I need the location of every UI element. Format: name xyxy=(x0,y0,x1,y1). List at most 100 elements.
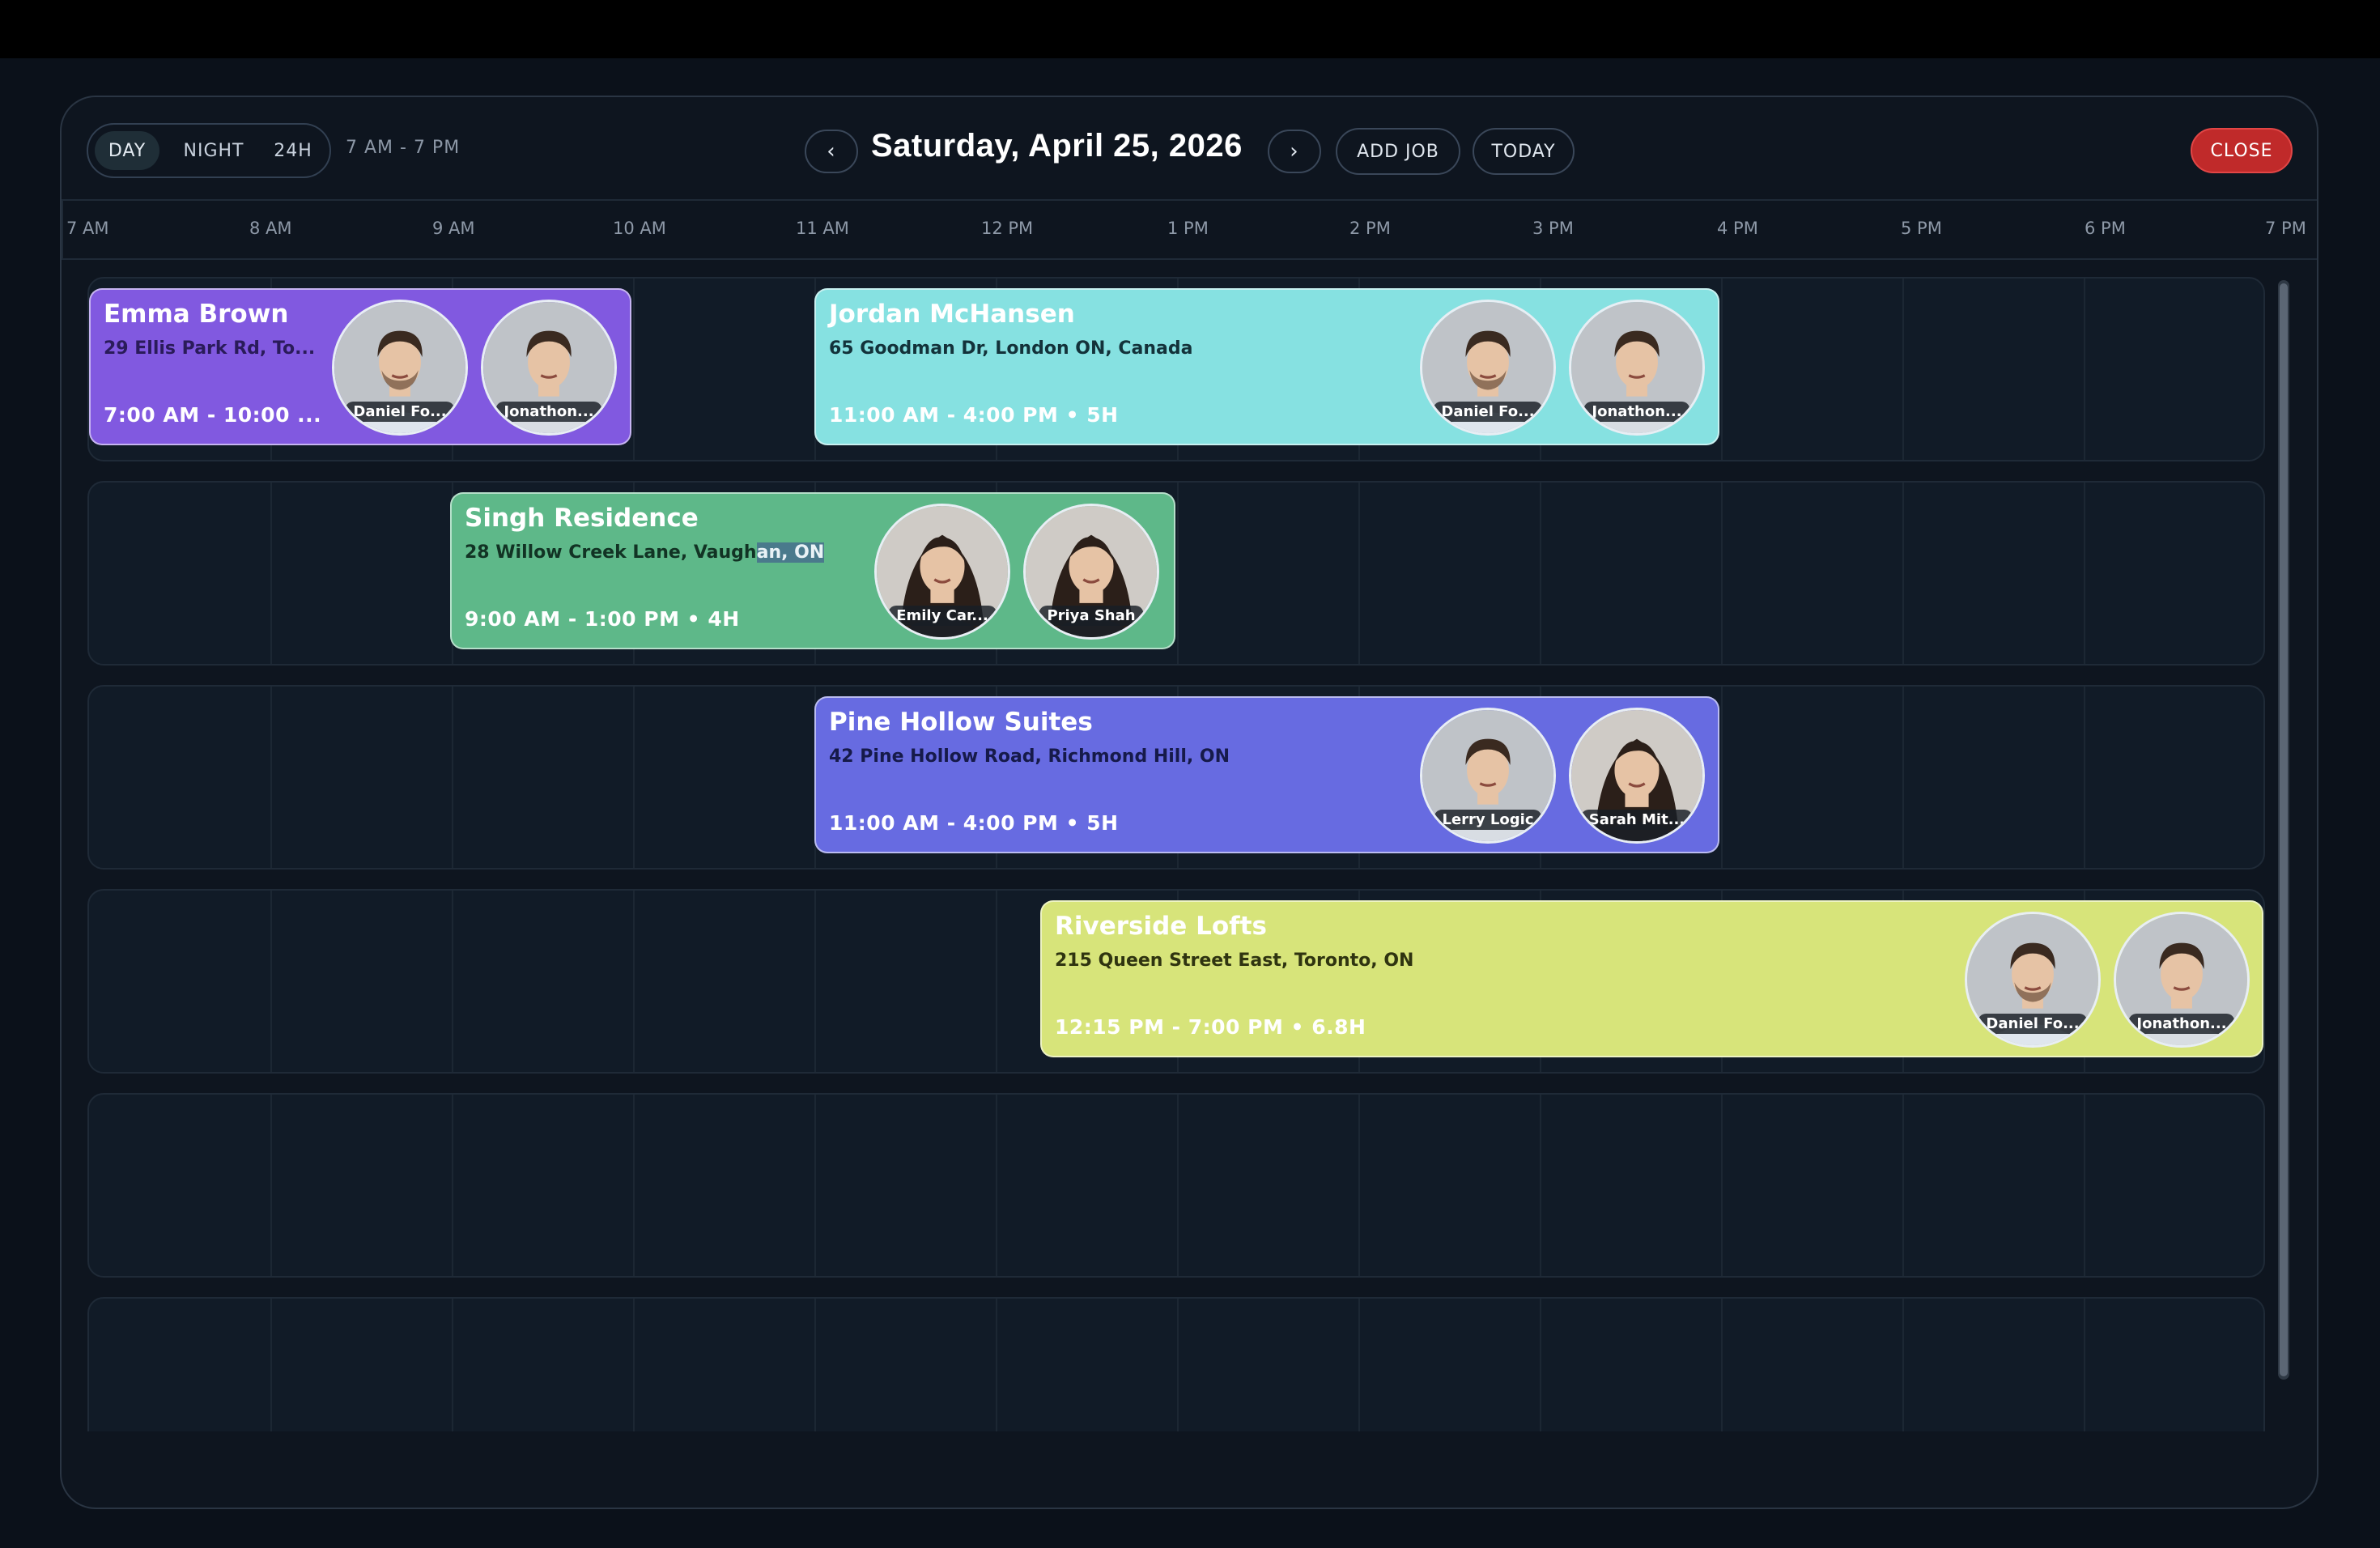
hour-gridline xyxy=(452,1095,453,1276)
hour-gridline xyxy=(996,1095,997,1276)
page-title: Saturday, April 25, 2026 xyxy=(871,128,1243,164)
job-card[interactable]: Emma Brown 29 Ellis Park Rd, To... 7:00 AM… xyxy=(89,288,631,445)
close-button[interactable]: CLOSE xyxy=(2191,128,2293,173)
job-address: 65 Goodman Dr, London ON, Canada xyxy=(829,338,1193,359)
hour-gridline xyxy=(1177,483,1179,664)
hour-gridline xyxy=(1902,279,1904,460)
hour-gridline xyxy=(2084,1095,2085,1276)
hour-gridline xyxy=(2084,483,2085,664)
hour-gridline xyxy=(1721,483,1723,664)
staff-avatar[interactable]: Jonathon... xyxy=(2114,912,2250,1048)
hour-tick-label: 7 PM xyxy=(2265,219,2306,238)
hour-gridline xyxy=(633,279,635,460)
job-card[interactable]: Riverside Lofts 215 Queen Street East, To… xyxy=(1040,900,2263,1057)
hour-gridline xyxy=(452,687,453,868)
hour-gridline xyxy=(452,891,453,1072)
staff-name: Emily Car... xyxy=(888,606,997,626)
mode-day-button[interactable]: DAY xyxy=(95,131,159,170)
job-title: Jordan McHansen xyxy=(829,300,1075,329)
hour-gridline xyxy=(2084,687,2085,868)
hour-gridline xyxy=(1540,483,1541,664)
staff-name: Priya Shah xyxy=(1039,606,1144,626)
hour-gridline xyxy=(633,1299,635,1431)
job-card[interactable]: Pine Hollow Suites 42 Pine Hollow Road, R… xyxy=(814,696,1719,853)
add-job-button[interactable]: ADD JOB xyxy=(1336,128,1460,175)
schedule-row[interactable] xyxy=(87,1093,2265,1278)
job-address: 42 Pine Hollow Road, Richmond Hill, ON xyxy=(829,746,1230,767)
next-day-button[interactable]: › xyxy=(1268,130,1321,173)
job-address: 215 Queen Street East, Toronto, ON xyxy=(1055,950,1414,971)
hour-gridline xyxy=(1902,687,1904,868)
staff-avatar[interactable]: Daniel Fo... xyxy=(1420,300,1556,436)
axis-divider-bottom xyxy=(62,258,2317,260)
staff-avatar[interactable]: Lerry Logic xyxy=(1420,708,1556,844)
schedule-row[interactable] xyxy=(87,481,2265,666)
staff-name: Jonathon... xyxy=(2128,1014,2235,1034)
mode-toggle: DAY NIGHT 24H xyxy=(87,123,331,178)
staff-avatar[interactable]: Emily Car... xyxy=(874,504,1010,640)
staff-avatar[interactable]: Daniel Fo... xyxy=(332,300,468,436)
hour-gridline xyxy=(814,1299,816,1431)
hour-gridline xyxy=(1721,279,1723,460)
hour-gridline xyxy=(1540,1299,1541,1431)
staff-avatar[interactable]: Priya Shah xyxy=(1023,504,1159,640)
hour-gridline xyxy=(270,483,272,664)
job-time: 12:15 PM - 7:00 PM • 6.8H xyxy=(1055,1015,1366,1039)
staff-avatar[interactable]: Daniel Fo... xyxy=(1965,912,2101,1048)
staff-avatar[interactable]: Sarah Mit... xyxy=(1569,708,1705,844)
staff-name: Jonathon... xyxy=(1583,402,1690,422)
hour-gridline xyxy=(1902,1095,1904,1276)
hour-gridline xyxy=(1177,1095,1179,1276)
job-time: 7:00 AM - 10:00 ... xyxy=(104,403,322,427)
hour-gridline xyxy=(633,891,635,1072)
job-card[interactable]: Singh Residence 28 Willow Creek Lane, Vau… xyxy=(450,492,1175,649)
job-title: Pine Hollow Suites xyxy=(829,708,1093,737)
hour-gridline xyxy=(270,1095,272,1276)
staff-name: Lerry Logic xyxy=(1434,810,1542,830)
job-card[interactable]: Jordan McHansen 65 Goodman Dr, London ON,… xyxy=(814,288,1719,445)
mode-night-button[interactable]: NIGHT xyxy=(169,131,258,170)
hour-tick-label: 3 PM xyxy=(1532,219,1574,238)
staff-avatar[interactable]: Jonathon... xyxy=(481,300,617,436)
hour-gridline xyxy=(1721,1095,1723,1276)
hour-gridline xyxy=(1540,1095,1541,1276)
time-range-label: 7 AM - 7 PM xyxy=(346,138,461,158)
hour-gridline xyxy=(2084,1299,2085,1431)
chevron-right-icon: › xyxy=(1290,139,1299,164)
schedule-row[interactable] xyxy=(87,1297,2265,1431)
hour-tick-label: 8 AM xyxy=(249,219,292,238)
hour-tick-label: 4 PM xyxy=(1717,219,1758,238)
hour-gridline xyxy=(270,687,272,868)
hour-tick-label: 6 PM xyxy=(2085,219,2126,238)
job-title: Riverside Lofts xyxy=(1055,912,1267,941)
hour-gridline xyxy=(1358,1095,1360,1276)
job-time: 9:00 AM - 1:00 PM • 4H xyxy=(465,607,740,631)
mode-24h-button[interactable]: 24H xyxy=(263,131,323,170)
hour-gridline xyxy=(633,687,635,868)
job-time: 11:00 AM - 4:00 PM • 5H xyxy=(829,811,1119,835)
hour-gridline xyxy=(270,891,272,1072)
hour-gridline xyxy=(270,1299,272,1431)
hour-gridline xyxy=(1902,483,1904,664)
staff-name: Sarah Mit... xyxy=(1580,810,1694,830)
staff-name: Daniel Fo... xyxy=(345,402,455,422)
hour-gridline xyxy=(996,1299,997,1431)
job-address-selected-text: an, ON xyxy=(756,542,825,563)
job-time: 11:00 AM - 4:00 PM • 5H xyxy=(829,403,1119,427)
hour-tick-label: 1 PM xyxy=(1167,219,1209,238)
scrollbar-thumb[interactable] xyxy=(2280,283,2288,1376)
hour-gridline xyxy=(1358,1299,1360,1431)
job-title: Emma Brown xyxy=(104,300,289,329)
staff-name: Daniel Fo... xyxy=(1433,402,1543,422)
today-button[interactable]: TODAY xyxy=(1473,128,1575,175)
hour-gridline xyxy=(1902,1299,1904,1431)
staff-avatar[interactable]: Jonathon... xyxy=(1569,300,1705,436)
hour-gridline xyxy=(633,1095,635,1276)
staff-name: Daniel Fo... xyxy=(1978,1014,2088,1034)
hour-tick-label: 9 AM xyxy=(432,219,475,238)
hour-gridline xyxy=(1177,1299,1179,1431)
prev-day-button[interactable]: ‹ xyxy=(805,130,858,173)
hour-gridline xyxy=(1358,483,1360,664)
hour-gridline xyxy=(814,1095,816,1276)
hour-tick-label: 11 AM xyxy=(796,219,849,238)
